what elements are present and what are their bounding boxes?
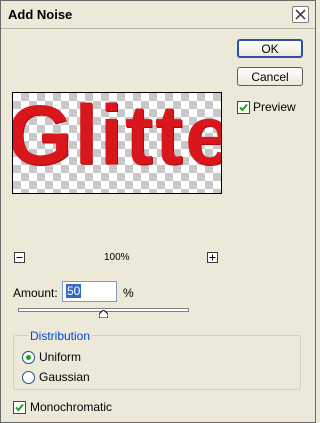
amount-label: Amount: bbox=[13, 286, 58, 300]
add-noise-dialog: Add Noise OK Cancel Preview Glitte 100% bbox=[0, 0, 316, 423]
amount-value: 50 bbox=[66, 284, 82, 298]
monochromatic-label: Monochromatic bbox=[30, 400, 113, 414]
zoom-out-button[interactable] bbox=[14, 252, 25, 263]
title-bar: Add Noise bbox=[1, 1, 315, 29]
amount-slider-thumb[interactable] bbox=[99, 310, 108, 318]
minus-icon bbox=[16, 257, 23, 258]
plus-icon bbox=[209, 254, 216, 261]
dialog-title: Add Noise bbox=[8, 7, 73, 22]
radio-uniform-label: Uniform bbox=[39, 350, 82, 364]
zoom-level: 100% bbox=[104, 252, 130, 263]
preview-checkbox-box[interactable] bbox=[237, 100, 250, 114]
close-icon bbox=[295, 9, 306, 20]
distribution-label: Distribution bbox=[28, 329, 93, 343]
preview-sample-text: Glitte bbox=[12, 92, 222, 182]
cancel-button[interactable]: Cancel bbox=[237, 67, 303, 86]
zoom-in-button[interactable] bbox=[207, 252, 218, 263]
preview-label: Preview bbox=[253, 100, 296, 114]
monochromatic-checkbox-box[interactable] bbox=[13, 400, 26, 414]
radio-selected-dot bbox=[26, 354, 31, 360]
amount-unit: % bbox=[123, 286, 134, 300]
preview-image[interactable]: Glitte bbox=[12, 92, 222, 194]
ok-button[interactable]: OK bbox=[237, 39, 303, 58]
preview-checkbox[interactable]: Preview bbox=[237, 100, 296, 114]
close-button[interactable] bbox=[292, 6, 309, 23]
radio-gaussian-circle[interactable] bbox=[22, 370, 35, 384]
radio-uniform[interactable]: Uniform bbox=[22, 350, 81, 364]
monochromatic-checkbox[interactable]: Monochromatic bbox=[13, 400, 112, 414]
radio-gaussian[interactable]: Gaussian bbox=[22, 370, 90, 384]
amount-input[interactable]: 50 bbox=[62, 281, 117, 302]
radio-gaussian-label: Gaussian bbox=[39, 370, 90, 384]
checkmark-icon bbox=[15, 403, 24, 411]
radio-uniform-circle[interactable] bbox=[22, 350, 35, 364]
checkmark-icon bbox=[239, 103, 248, 111]
